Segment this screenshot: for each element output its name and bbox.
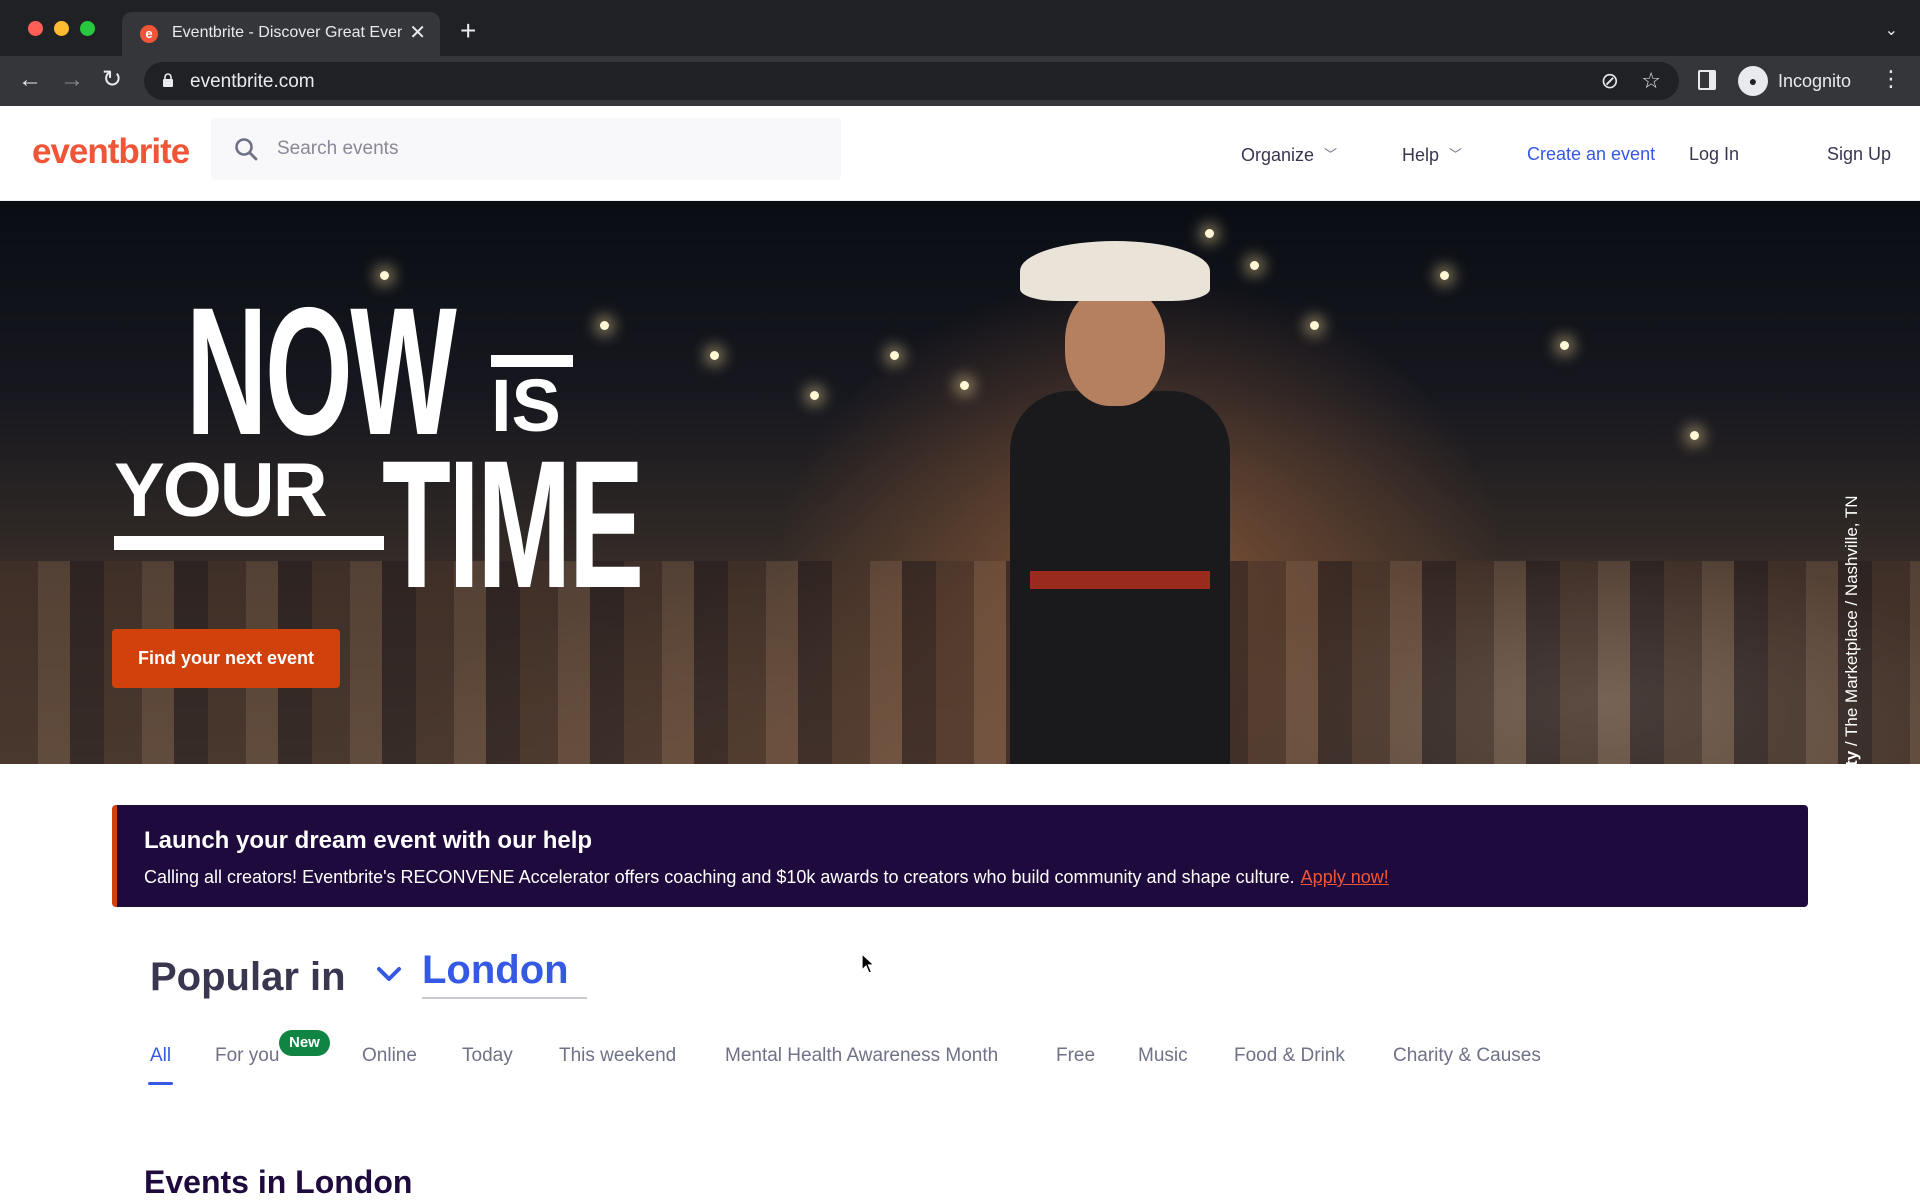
eye-slash-icon[interactable]: ⊘ — [1601, 68, 1619, 94]
window-close-button[interactable] — [28, 21, 43, 36]
cowboy-hat — [1020, 241, 1210, 301]
new-tab-icon[interactable]: + — [460, 16, 476, 46]
string-light — [1690, 431, 1699, 440]
banner-text: Calling all creators! Eventbrite's RECON… — [144, 867, 1389, 888]
string-light — [1205, 229, 1214, 238]
photo-credit: Country Dance Party / The Marketplace / … — [1842, 495, 1862, 764]
active-tab-indicator — [148, 1082, 173, 1085]
string-light — [710, 351, 719, 360]
tab-food-drink[interactable]: Food & Drink — [1234, 1045, 1345, 1067]
find-next-event-button[interactable]: Find your next event — [112, 629, 340, 688]
nav-help-label: Help — [1402, 145, 1440, 165]
tab-free[interactable]: Free — [1056, 1045, 1095, 1067]
accelerator-banner: Launch your dream event with our help Ca… — [112, 805, 1808, 907]
photo-credit-rest: / The Marketplace / Nashville, TN — [1842, 495, 1861, 751]
browser-tab-bar: e Eventbrite - Discover Great Events ✕ +… — [0, 0, 1920, 56]
side-panel-icon[interactable] — [1698, 70, 1716, 90]
incognito-icon: ● — [1738, 66, 1768, 96]
url-text: eventbrite.com — [190, 71, 315, 92]
nav-help[interactable]: Help ﹀ — [1402, 144, 1462, 166]
window-minimize-button[interactable] — [54, 21, 69, 36]
eventbrite-logo[interactable]: eventbrite — [32, 132, 190, 172]
string-light — [960, 381, 969, 390]
popular-in-heading: Popular in — [150, 955, 346, 999]
string-light — [600, 321, 609, 330]
string-light — [890, 351, 899, 360]
search-icon — [235, 138, 258, 161]
photo-credit-bold: Country Dance Party — [1842, 751, 1861, 764]
tab-mental-health[interactable]: Mental Health Awareness Month — [725, 1045, 998, 1067]
back-arrow-icon[interactable]: ← — [18, 66, 42, 94]
search-input[interactable] — [277, 118, 817, 180]
nav-organize-label: Organize — [1241, 145, 1315, 165]
singer-belt — [1030, 571, 1210, 589]
nav-organize[interactable]: Organize ﹀ — [1241, 144, 1337, 166]
banner-title: Launch your dream event with our help — [144, 827, 593, 854]
chevron-down-icon: ﹀ — [1449, 147, 1463, 162]
tab-close-icon[interactable]: ✕ — [409, 21, 426, 45]
tab-for-you[interactable]: For you — [215, 1045, 279, 1067]
nav-sign-up[interactable]: Sign Up — [1827, 144, 1891, 165]
browser-toolbar: ← → ↻ eventbrite.com ⊘ ☆ ● Incognito ⋮ — [0, 56, 1920, 106]
string-light — [1310, 321, 1319, 330]
tab-today[interactable]: Today — [462, 1045, 513, 1067]
string-light — [1560, 341, 1569, 350]
events-in-london-heading: Events in London — [144, 1164, 413, 1200]
search-box[interactable] — [211, 118, 841, 180]
tab-search-chevron-icon[interactable]: ⌄ — [1885, 20, 1898, 40]
incognito-label: Incognito — [1778, 71, 1852, 91]
string-light — [1440, 271, 1449, 280]
reload-icon[interactable]: ↻ — [102, 66, 122, 94]
tab-title: Eventbrite - Discover Great Events — [172, 24, 402, 41]
incognito-profile-button[interactable]: ● Incognito — [1736, 64, 1866, 98]
tab-online[interactable]: Online — [362, 1045, 417, 1067]
new-badge: New — [279, 1030, 330, 1056]
tab-all[interactable]: All — [150, 1045, 171, 1067]
chevron-down-icon: ﹀ — [1324, 147, 1338, 162]
tab-charity-causes[interactable]: Charity & Causes — [1393, 1045, 1541, 1067]
site-header: eventbrite Organize ﹀ Help ﹀ Create an eve… — [0, 106, 1920, 201]
location-chevron-down-icon[interactable] — [374, 959, 404, 989]
location-selector[interactable]: London — [422, 948, 587, 999]
address-bar[interactable]: eventbrite.com ⊘ ☆ — [144, 62, 1679, 100]
banner-body: Calling all creators! Eventbrite's RECON… — [144, 867, 1295, 887]
window-maximize-button[interactable] — [80, 21, 95, 36]
headline-your-bar — [114, 536, 384, 550]
nav-log-in[interactable]: Log In — [1689, 144, 1739, 165]
apply-now-link[interactable]: Apply now! — [1301, 867, 1389, 887]
singer-figure — [1000, 241, 1260, 764]
headline-time: TIME — [382, 422, 644, 626]
nav-create-event[interactable]: Create an event — [1527, 144, 1655, 165]
tab-music[interactable]: Music — [1138, 1045, 1188, 1067]
eventbrite-favicon-icon: e — [140, 25, 158, 43]
string-light — [810, 391, 819, 400]
bookmark-star-icon[interactable]: ☆ — [1641, 68, 1661, 94]
browser-tab-active[interactable]: e Eventbrite - Discover Great Events ✕ — [122, 12, 440, 56]
tab-this-weekend[interactable]: This weekend — [559, 1045, 676, 1067]
mouse-cursor-icon — [861, 953, 875, 974]
lock-icon — [163, 73, 173, 87]
browser-menu-icon[interactable]: ⋮ — [1880, 66, 1902, 92]
forward-arrow-icon[interactable]: → — [60, 66, 84, 94]
singer-head — [1065, 286, 1165, 406]
headline-your: YOUR — [114, 448, 328, 533]
